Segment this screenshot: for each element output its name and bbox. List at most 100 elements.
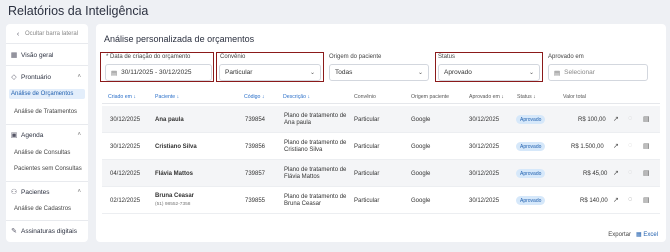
sidebar-item-analise-tratamentos[interactable]: Análise de Tratamentos — [14, 109, 77, 115]
table-row[interactable]: 30/12/2025 Cristiano Silva 739856 Plano … — [102, 133, 660, 160]
sidebar-subscriptions-label: Assinaturas digitais — [21, 227, 77, 235]
sidebar-item-label: Análise de Orçamentos — [11, 91, 74, 97]
cell-convenio: Particular — [354, 198, 380, 204]
export-label: Exportar — [608, 231, 631, 238]
column-header-valor[interactable]: Valor total — [563, 94, 586, 100]
excel-export-button[interactable]: ▦ Excel — [636, 231, 658, 238]
cell-descricao: Plano de tratamento de Ana paula — [284, 113, 347, 126]
external-link-icon[interactable]: ↗ — [613, 142, 619, 150]
cell-criado: 02/12/2025 — [110, 198, 141, 204]
whatsapp-icon[interactable]: ◌ — [628, 196, 632, 203]
column-header-convenio[interactable]: Convênio — [354, 94, 376, 100]
main-title: Análise personalizada de orçamentos — [104, 34, 255, 44]
sidebar-section-label: Agenda — [21, 131, 44, 139]
cell-codigo: 739857 — [245, 171, 266, 177]
whatsapp-icon[interactable]: ◌ — [628, 142, 632, 149]
sidebar-section-label: Prontuário — [21, 73, 51, 81]
calendar-icon[interactable]: ▤ — [643, 169, 650, 177]
column-header-status[interactable]: Status ↓ — [517, 94, 536, 100]
export-bar: Exportar ▦ Excel — [608, 231, 658, 239]
sidebar-item-label: Análise de Tratamentos — [14, 109, 78, 115]
cell-paciente: Bruna Ceasar — [155, 193, 195, 199]
calendar-icon: ▤ — [554, 69, 561, 77]
sidebar-item-analise-orcamentos[interactable]: Análise de Orçamentos — [9, 89, 85, 99]
sidebar-item-label: Pacientes sem Consultas — [14, 166, 82, 172]
sidebar-overview-label: Visão geral — [21, 51, 54, 59]
cell-descricao: Plano de tratamento de Flávia Mattos — [284, 167, 347, 180]
column-header-criado[interactable]: Criado em ↓ — [108, 94, 136, 100]
diamond-icon: ◇ — [11, 74, 17, 81]
column-header-paciente[interactable]: Paciente ↓ — [155, 94, 179, 100]
column-header-codigo[interactable]: Código ↓ — [244, 94, 265, 100]
external-link-icon[interactable]: ↗ — [613, 169, 619, 177]
highlight-box — [435, 52, 543, 82]
cell-valor: R$ 140,00 — [580, 198, 608, 204]
aprovado-date-field[interactable]: ▤ Selecionar — [548, 64, 648, 81]
column-header-aprovado[interactable]: Aprovado em ↓ — [469, 94, 504, 100]
cell-codigo: 739856 — [245, 144, 266, 150]
highlight-box — [100, 52, 214, 82]
sidebar-section-pacientes[interactable]: ⚇ Pacientes ˄ — [10, 188, 86, 197]
calendar-icon: ▣ — [10, 132, 18, 139]
cell-criado: 04/12/2025 — [110, 171, 141, 177]
external-link-icon[interactable]: ↗ — [613, 196, 619, 204]
excel-label: Excel — [643, 232, 658, 238]
sidebar-section-agenda[interactable]: ▣ Agenda ˄ — [10, 131, 86, 140]
external-link-icon[interactable]: ↗ — [613, 115, 619, 123]
cell-criado: 30/12/2025 — [110, 144, 141, 150]
origem-filter-label: Origem do paciente — [329, 54, 382, 60]
spreadsheet-icon: ▦ — [635, 232, 642, 238]
status-badge: Aprovado — [516, 115, 546, 124]
users-icon: ⚇ — [10, 189, 18, 196]
calendar-icon[interactable]: ▤ — [643, 142, 650, 150]
status-badge: Aprovado — [516, 196, 546, 205]
cell-aprovado: 30/12/2025 — [469, 198, 500, 204]
table-row[interactable]: 02/12/2025 Bruna Ceasar (51) 98552-7358 … — [102, 187, 660, 214]
sidebar-item-analise-consultas[interactable]: Análise de Consultas — [14, 150, 70, 156]
sidebar-item-assinaturas[interactable]: ✎ Assinaturas digitais — [10, 227, 77, 236]
whatsapp-icon[interactable]: ◌ — [628, 169, 632, 176]
calendar-icon[interactable]: ▤ — [643, 196, 650, 204]
cell-aprovado: 30/12/2025 — [469, 171, 500, 177]
column-header-descricao[interactable]: Descrição ↓ — [283, 94, 310, 100]
origem-value: Todas — [335, 69, 353, 76]
page-title: Relatórios da Inteligência — [8, 4, 149, 18]
sidebar-item-label: Análise de Cadastros — [14, 206, 72, 212]
cell-convenio: Particular — [354, 144, 380, 150]
origem-select[interactable]: Todas ⌄ — [329, 64, 429, 81]
main-panel: Análise personalizada de orçamentos * Da… — [96, 24, 666, 242]
cell-valor: R$ 1.500,00 — [571, 144, 604, 150]
signature-icon: ✎ — [11, 228, 17, 235]
table-row[interactable]: 04/12/2025 Flávia Mattos 739857 Plano de… — [102, 160, 660, 187]
sidebar-item-overview[interactable]: ▦ Visão geral — [10, 51, 54, 60]
cell-aprovado: 30/12/2025 — [469, 144, 500, 150]
cell-descricao: Plano de tratamento de Cristiano Silva — [284, 140, 347, 153]
collapse-sidebar-button[interactable]: ‹ Ocultar barra lateral — [14, 30, 78, 38]
sidebar-section-prontuario[interactable]: ◇ Prontuário ˄ — [10, 73, 86, 82]
sidebar: ‹ Ocultar barra lateral ▦ Visão geral ◇ … — [6, 24, 88, 242]
cell-convenio: Particular — [354, 117, 380, 123]
cell-valor: R$ 100,00 — [578, 117, 606, 123]
cell-valor: R$ 45,00 — [583, 171, 608, 177]
cell-convenio: Particular — [354, 171, 380, 177]
chevron-down-icon: ⌄ — [417, 70, 423, 76]
sidebar-item-pacientes-sem-consultas[interactable]: Pacientes sem Consultas — [14, 166, 82, 172]
chevron-up-icon: ˄ — [77, 132, 81, 138]
cell-codigo: 739854 — [245, 117, 266, 123]
whatsapp-icon[interactable]: ◌ — [628, 115, 632, 122]
column-header-origem[interactable]: Origem paciente — [411, 94, 449, 100]
cell-aprovado: 30/12/2025 — [469, 117, 500, 123]
status-badge: Aprovado — [516, 169, 546, 178]
sidebar-item-analise-cadastros[interactable]: Análise de Cadastros — [14, 206, 71, 212]
cell-codigo: 739855 — [245, 198, 266, 204]
cell-paciente: Ana paula — [155, 117, 184, 123]
table-row[interactable]: 30/12/2025 Ana paula 739854 Plano de tra… — [102, 106, 660, 133]
calendar-icon[interactable]: ▤ — [643, 115, 650, 123]
sidebar-section-label: Pacientes — [21, 188, 50, 196]
status-badge: Aprovado — [516, 142, 546, 151]
highlight-box — [216, 52, 324, 82]
cell-descricao: Plano de tratamento de Bruna Ceasar — [284, 194, 347, 207]
chevron-up-icon: ˄ — [77, 74, 81, 80]
chevron-left-icon: ‹ — [16, 30, 20, 38]
cell-paciente: Cristiano Silva — [155, 144, 197, 150]
